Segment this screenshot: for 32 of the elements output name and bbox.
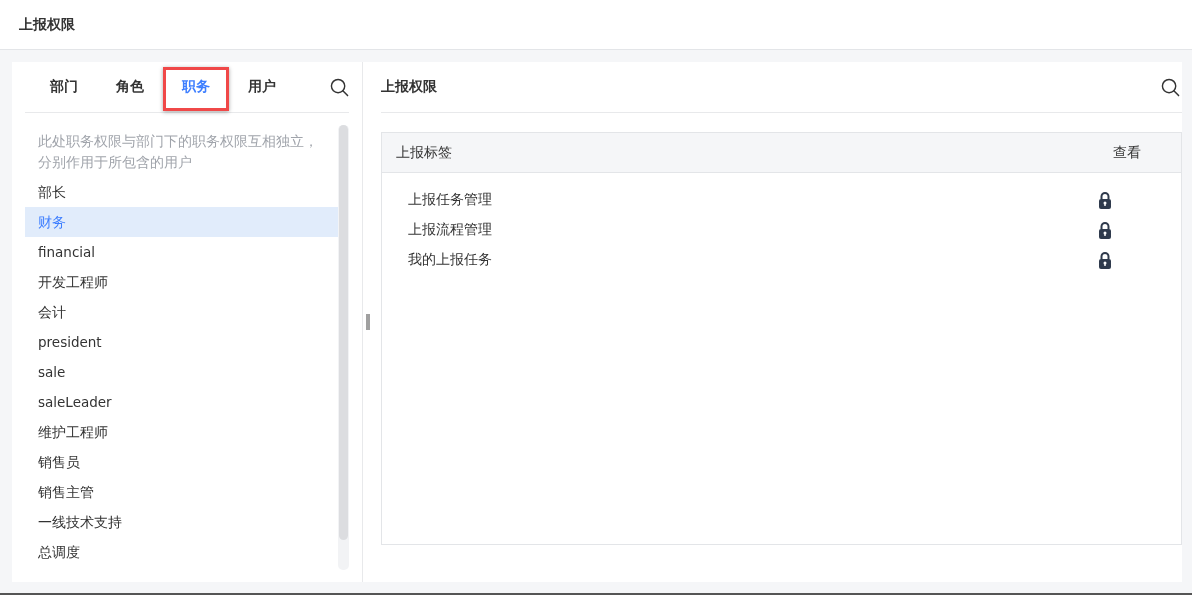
lock-icon[interactable] (1098, 221, 1112, 239)
hint-text: 此处职务权限与部门下的职务权限互相独立，分别作用于所包含的用户 (37, 132, 319, 172)
scrollbar-thumb[interactable] (339, 125, 348, 540)
list-item[interactable]: 一线技术支持 (25, 507, 338, 537)
tab[interactable]: 部门 (31, 66, 97, 111)
column-header: 查看 (1113, 143, 1141, 162)
list-item[interactable]: 销售员 (25, 447, 338, 477)
table-cell: 上报任务管理 (408, 191, 492, 209)
column-header: 上报标签 (396, 143, 452, 162)
list-item[interactable]: 总调度 (25, 537, 338, 567)
list-item[interactable]: sale (25, 357, 338, 387)
list-item[interactable]: financial (25, 237, 338, 267)
search-icon[interactable] (330, 77, 349, 97)
list-item[interactable]: 部长 (25, 177, 338, 207)
page-title: 上报权限 (19, 15, 75, 34)
list-item[interactable]: saleLeader (25, 387, 338, 417)
list-item[interactable]: president (25, 327, 338, 357)
resize-handle[interactable] (366, 314, 370, 330)
table-cell: 我的上报任务 (408, 251, 492, 269)
scrollbar[interactable] (338, 125, 349, 570)
lock-icon[interactable] (1098, 251, 1112, 269)
tab[interactable]: 职务 (163, 66, 229, 111)
list-item[interactable]: 开发工程师 (25, 267, 338, 297)
list-item[interactable]: 维护工程师 (25, 417, 338, 447)
list-item[interactable]: 销售主管 (25, 477, 338, 507)
tab[interactable]: 角色 (97, 66, 163, 111)
panel-title: 上报权限 (381, 78, 437, 96)
table-cell: 上报流程管理 (408, 221, 492, 239)
tab[interactable]: 用户 (229, 66, 295, 111)
search-icon[interactable] (1161, 77, 1180, 97)
list-item[interactable]: 会计 (25, 297, 338, 327)
lock-icon[interactable] (1098, 191, 1112, 209)
